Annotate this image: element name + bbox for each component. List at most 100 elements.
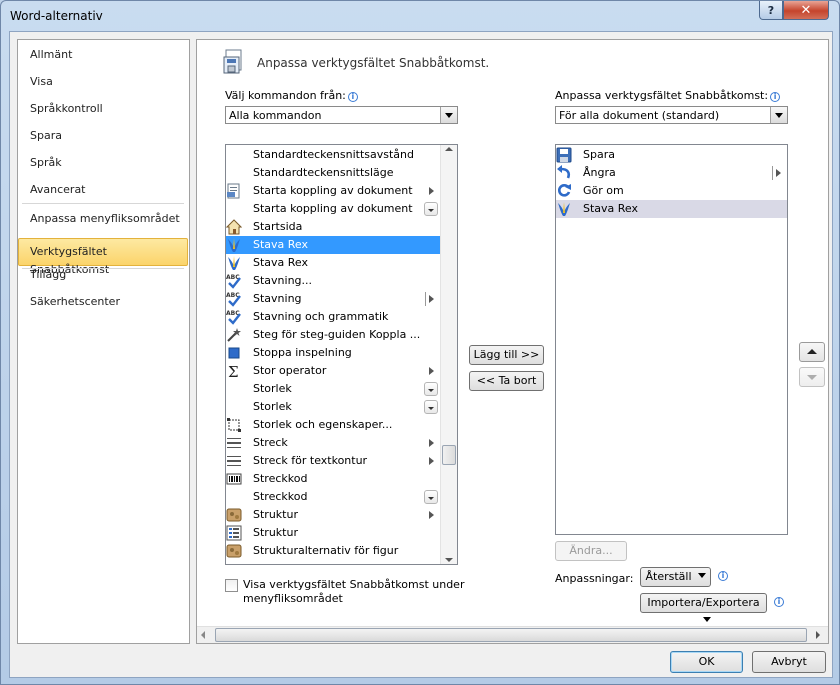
- add-button[interactable]: Lägg till >>: [469, 345, 544, 365]
- chevron-down-icon[interactable]: [440, 107, 457, 123]
- nav-item-sprak[interactable]: Språk: [30, 154, 62, 172]
- command-item-label: Streckkod: [253, 490, 308, 503]
- command-item[interactable]: Σ Stor operator: [226, 362, 440, 380]
- nav-item-sakerhetscenter[interactable]: Säkerhetscenter: [30, 293, 120, 311]
- choose-commands-dropdown[interactable]: Alla kommandon: [225, 106, 458, 124]
- command-item-label: Streck: [253, 436, 288, 449]
- command-item[interactable]: Strukturalternativ för figur: [226, 542, 440, 560]
- command-item-label: Stava Rex: [253, 256, 309, 269]
- show-below-ribbon-checkbox[interactable]: [225, 579, 238, 592]
- command-item[interactable]: Streckkod: [226, 470, 440, 488]
- command-item[interactable]: Stoppa inspelning: [226, 344, 440, 362]
- quick-access-toolbar-icon: [223, 49, 242, 74]
- command-item-label: Standardteckensnittsläge: [253, 166, 394, 179]
- horizontal-scrollbar[interactable]: [197, 626, 828, 643]
- customize-toolbar-dropdown[interactable]: För alla dokument (standard): [555, 106, 788, 124]
- nav-item-anpassa-menyfliksomradet[interactable]: Anpassa menyfliksområdet: [30, 210, 180, 228]
- command-item-label: Storlek: [253, 382, 292, 395]
- command-item-label: Stavning: [253, 292, 302, 305]
- submenu-arrow-icon: [429, 295, 438, 303]
- sigma-icon: Σ: [228, 363, 239, 379]
- nav-item-allmant[interactable]: Allmänt: [30, 46, 72, 64]
- command-item-label: Standardteckensnittsavstånd: [253, 148, 414, 161]
- customize-toolbar-label: Anpassa verktygsfältet Snabbåtkomst: i: [555, 89, 781, 102]
- close-button[interactable]: ✕: [783, 1, 829, 20]
- command-item[interactable]: Steg för steg-guiden Koppla ...: [226, 326, 440, 344]
- command-item-label: Strukturalternativ för figur: [253, 544, 399, 557]
- options-window: Word-alternativ ? ✕ Allmänt Visa Språkko…: [0, 0, 840, 685]
- remove-button[interactable]: << Ta bort: [469, 371, 544, 391]
- command-item[interactable]: Storlek och egenskaper...: [226, 416, 440, 434]
- command-item[interactable]: Startsida: [226, 218, 440, 236]
- scroll-down-arrow-icon[interactable]: [445, 558, 453, 562]
- scrollbar-thumb[interactable]: [215, 628, 807, 642]
- move-down-button[interactable]: [799, 367, 825, 387]
- toolbar-item-label: Stava Rex: [583, 202, 639, 215]
- toolbar-item[interactable]: Stava Rex: [556, 200, 787, 218]
- command-item[interactable]: Standardteckensnittsläge: [226, 164, 440, 182]
- nav-item-spara[interactable]: Spara: [30, 127, 62, 145]
- line-icon: [227, 438, 241, 448]
- mailmerge-icon: [227, 183, 240, 199]
- command-item[interactable]: Struktur: [226, 506, 440, 524]
- stava-rex-icon: [558, 202, 570, 216]
- stava-rex-icon: [228, 238, 240, 252]
- outline-icon: [226, 525, 242, 541]
- nav-item-visa[interactable]: Visa: [30, 73, 53, 91]
- command-item[interactable]: Streck för textkontur: [226, 452, 440, 470]
- commands-list[interactable]: Standardteckensnittsavstånd Standardtecke…: [225, 144, 458, 565]
- nav-item-avancerat[interactable]: Avancerat: [30, 181, 86, 199]
- stop-icon: [228, 347, 240, 359]
- command-item[interactable]: Starta koppling av dokument: [226, 200, 440, 218]
- spelling-icon: ABC: [226, 274, 241, 289]
- line-icon: [227, 456, 241, 466]
- toolbar-item[interactable]: Ångra: [556, 164, 787, 182]
- move-up-button[interactable]: [799, 342, 825, 362]
- nav-item-tillagg[interactable]: Tillägg: [30, 266, 66, 284]
- command-item[interactable]: Starta koppling av dokument: [226, 182, 440, 200]
- nav-divider: [22, 203, 184, 204]
- command-item-label: Stoppa inspelning: [253, 346, 352, 359]
- chevron-down-icon[interactable]: [770, 107, 787, 123]
- cancel-button-label: Avbryt: [771, 655, 807, 668]
- scroll-right-arrow-icon[interactable]: [816, 631, 820, 639]
- toolbar-item[interactable]: Gör om: [556, 182, 787, 200]
- title-bar[interactable]: Word-alternativ ? ✕: [1, 1, 839, 31]
- command-item[interactable]: ABC Stavning...: [226, 272, 440, 290]
- nav-item-sprakkontroll[interactable]: Språkkontroll: [30, 100, 103, 118]
- modify-button[interactable]: Ändra...: [555, 541, 627, 561]
- scrollbar-thumb[interactable]: [442, 445, 456, 465]
- ok-button[interactable]: OK: [670, 651, 743, 673]
- submenu-arrow-icon: [429, 367, 438, 375]
- help-button[interactable]: ?: [759, 1, 783, 20]
- size-icon: [227, 418, 241, 432]
- scroll-up-arrow-icon[interactable]: [445, 147, 453, 151]
- command-item[interactable]: Storlek: [226, 398, 440, 416]
- commands-list-scrollbar[interactable]: [440, 145, 457, 564]
- reset-button[interactable]: Återställ: [640, 567, 711, 587]
- show-below-ribbon-label-1: Visa verktygsfältet Snabbåtkomst under: [243, 578, 465, 591]
- import-export-button-label: Importera/Exportera: [647, 596, 760, 609]
- command-item[interactable]: Streckkod: [226, 488, 440, 506]
- command-item[interactable]: ABC Stavning och grammatik: [226, 308, 440, 326]
- toolbar-items-list[interactable]: Spara Ångra Gör om Stava Rex: [555, 144, 788, 535]
- cancel-button[interactable]: Avbryt: [752, 651, 826, 673]
- command-item[interactable]: Struktur: [226, 524, 440, 542]
- command-item[interactable]: Stava Rex: [226, 254, 440, 272]
- command-item[interactable]: Stycke...: [226, 560, 440, 564]
- command-item[interactable]: ABC Stavning: [226, 290, 440, 308]
- command-item-label: Streckkod: [253, 472, 308, 485]
- command-item[interactable]: Storlek: [226, 380, 440, 398]
- import-export-button[interactable]: Importera/Exportera: [640, 593, 767, 622]
- scroll-left-arrow-icon[interactable]: [201, 631, 205, 639]
- command-item[interactable]: Stava Rex: [226, 236, 440, 254]
- submenu-arrow-icon: [429, 187, 438, 195]
- submenu-arrow-icon: [429, 439, 438, 447]
- nav-item-verktygsfaltet-snabbatkomst[interactable]: Verktygsfältet Snabbåtkomst: [30, 243, 189, 276]
- command-item[interactable]: Standardteckensnittsavstånd: [226, 146, 440, 164]
- split-separator: [772, 166, 773, 180]
- command-item[interactable]: Streck: [226, 434, 440, 452]
- add-button-label: Lägg till >>: [473, 348, 540, 361]
- customizations-label: Anpassningar:: [555, 572, 634, 585]
- toolbar-item[interactable]: Spara: [556, 146, 787, 164]
